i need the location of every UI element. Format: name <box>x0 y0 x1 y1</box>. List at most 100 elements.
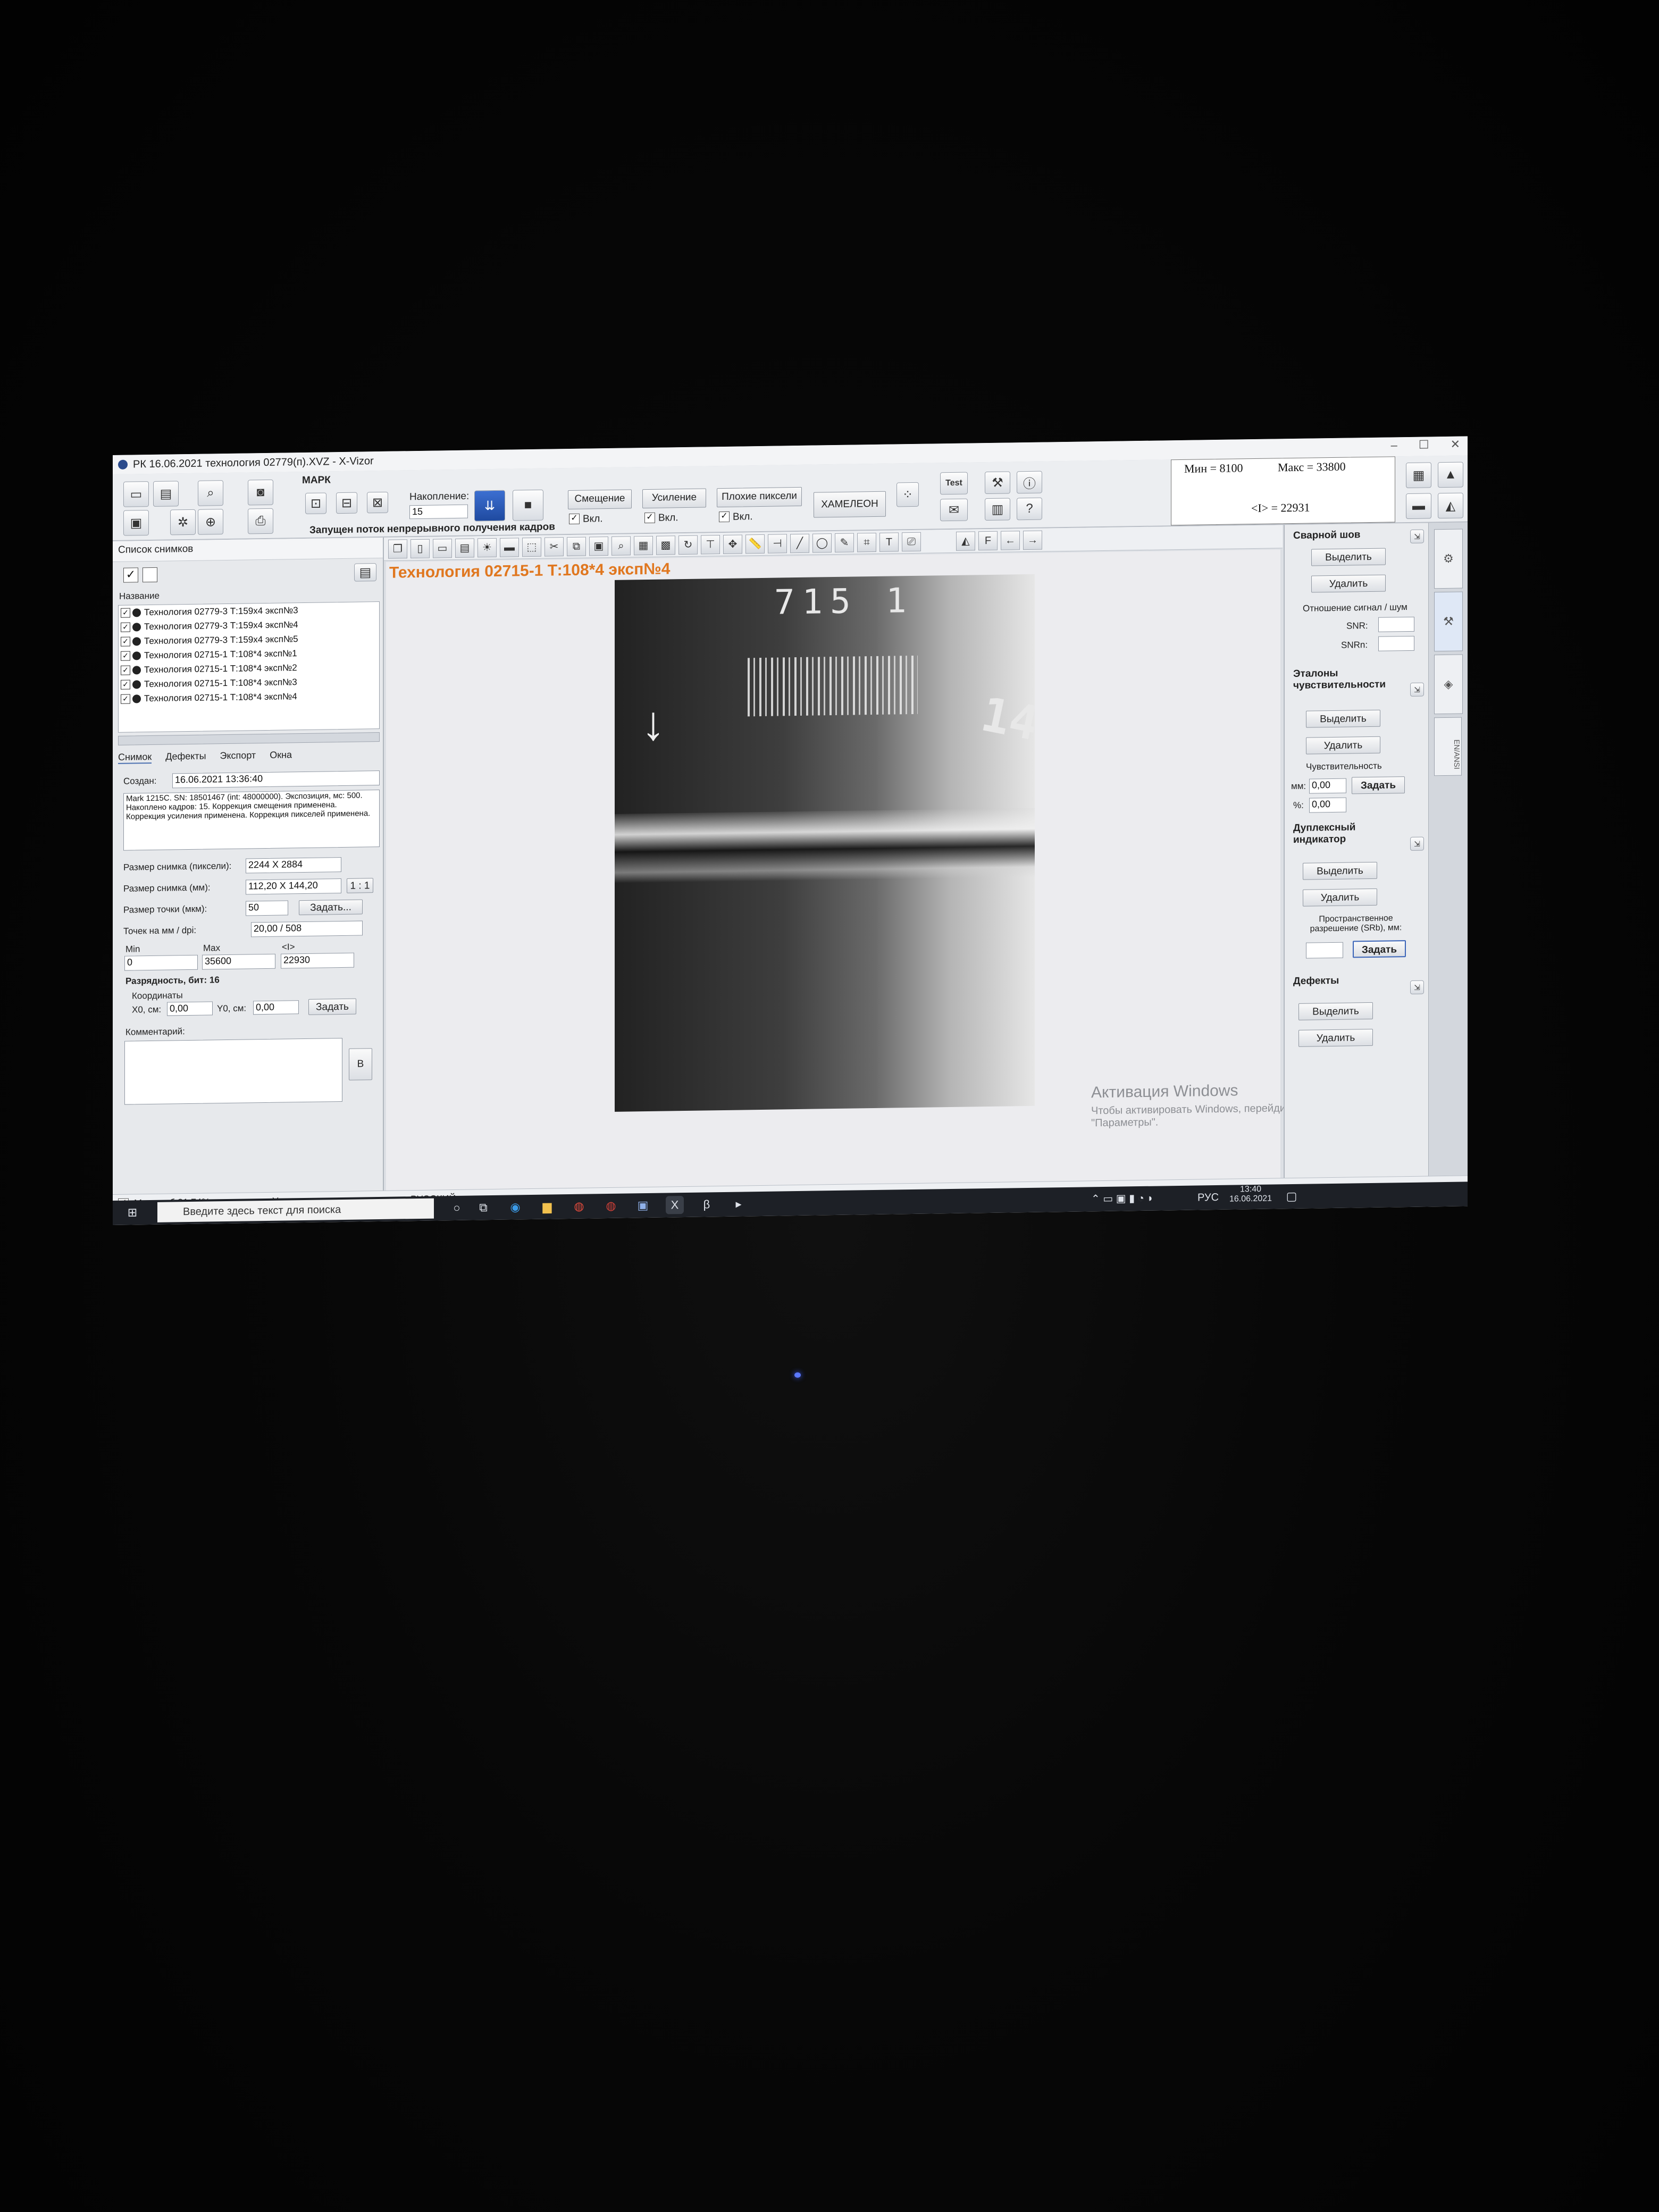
defects-delete-button[interactable]: Удалить <box>1298 1028 1373 1047</box>
help-icon[interactable]: ? <box>1017 497 1042 521</box>
tab-tools-icon[interactable]: ⚙ <box>1434 529 1463 589</box>
dot-size-field[interactable]: 50 <box>246 900 288 916</box>
spatial-res-field[interactable] <box>1306 942 1343 959</box>
clone-icon[interactable]: ⧉ <box>567 537 586 556</box>
chrome-icon[interactable]: ◍ <box>570 1197 588 1216</box>
xray-image[interactable]: 715 1 ↓ 14 <box>615 574 1035 1112</box>
ratio-button[interactable]: 1 : 1 <box>347 878 373 893</box>
sensitivity-set-button[interactable]: Задать <box>1352 776 1405 794</box>
profile-icon[interactable]: ⊣ <box>768 533 787 554</box>
sensitivity-expand-icon[interactable]: ⇲ <box>1410 682 1424 697</box>
task-view-icon[interactable]: ⧉ <box>474 1199 492 1217</box>
rotate-icon[interactable]: ↻ <box>678 535 698 555</box>
acquire-stream-button[interactable]: ⇊ <box>474 490 505 522</box>
open-folder-icon[interactable]: ▤ <box>153 481 179 507</box>
histogram-view-1-icon[interactable]: ▦ <box>1406 462 1431 489</box>
windows-start-icon[interactable]: ⊞ <box>123 1203 141 1221</box>
accumulation-input[interactable]: 15 <box>409 504 468 520</box>
edge-icon[interactable]: ◉ <box>506 1198 524 1216</box>
cortana-icon[interactable]: ○ <box>448 1199 466 1217</box>
maximize-icon[interactable]: ☐ <box>1419 438 1429 451</box>
brightness-icon[interactable]: ☀ <box>477 538 497 557</box>
measure-icon[interactable]: ⊤ <box>701 534 720 555</box>
app-icon-7[interactable]: β <box>698 1195 716 1213</box>
pencil-icon[interactable]: ✎ <box>835 533 854 552</box>
copy-icon[interactable]: ❐ <box>388 539 407 559</box>
tab-wrench-icon[interactable]: ⚒ <box>1434 591 1463 652</box>
back-arrow-icon[interactable]: ← <box>1001 530 1020 550</box>
tab-defects[interactable]: Дефекты <box>165 751 206 764</box>
close-icon[interactable]: ✕ <box>1451 438 1460 451</box>
weld-select-button[interactable]: Выделить <box>1311 548 1386 566</box>
notification-icon[interactable]: ▢ <box>1283 1187 1301 1205</box>
test-button[interactable]: Test <box>940 472 968 495</box>
max-field[interactable]: 35600 <box>202 953 275 970</box>
grid-dots-icon[interactable]: ⁘ <box>896 482 919 507</box>
size-mm-field[interactable]: 112,20 X 144,20 <box>246 878 341 895</box>
select-rect-icon[interactable]: ⬚ <box>522 537 541 557</box>
list-item[interactable]: ✓ Технология 02715-1 Т:108*4 эксп№4 <box>119 688 379 706</box>
snr-field[interactable] <box>1378 616 1414 632</box>
comment-field[interactable] <box>124 1037 342 1105</box>
gain-button[interactable]: Усиление <box>642 488 706 509</box>
tray-clock[interactable]: 13:40 16.06.2021 <box>1229 1185 1272 1204</box>
detector-btn-2-icon[interactable]: ⊟ <box>336 492 357 514</box>
sensitivity-mm-field[interactable]: 0,00 <box>1309 778 1346 794</box>
chameleon-button[interactable]: ХАМЕЛЕОН <box>814 491 886 518</box>
offset-on-checkbox[interactable]: ✓ <box>569 513 580 525</box>
sensitivity-pct-field[interactable]: 0,00 <box>1309 797 1346 813</box>
stop-button[interactable]: ■ <box>513 489 543 521</box>
save-icon[interactable]: ▣ <box>123 510 149 536</box>
tab-windows[interactable]: Окна <box>270 749 292 762</box>
tab-image[interactable]: Снимок <box>118 751 152 764</box>
new-file-icon[interactable]: ▭ <box>123 481 149 507</box>
page-icon[interactable]: ▭ <box>433 538 452 558</box>
coords-set-button[interactable]: Задать <box>308 998 356 1015</box>
crop-icon[interactable]: ⌗ <box>857 532 876 552</box>
ruler-icon[interactable]: 📏 <box>745 534 765 554</box>
settings-icon[interactable]: ✲ <box>170 509 196 535</box>
detector-btn-1-icon[interactable]: ⊡ <box>305 492 326 514</box>
xvizor-app-icon[interactable]: X <box>666 1196 684 1214</box>
camera-icon[interactable]: ◙ <box>248 479 273 506</box>
tab-en-ansi[interactable]: EN/ANSI <box>1434 717 1462 776</box>
histogram-view-4-icon[interactable]: ◭ <box>1438 492 1463 519</box>
duplex-expand-icon[interactable]: ⇲ <box>1410 836 1424 851</box>
weld-expand-icon[interactable]: ⇲ <box>1410 529 1424 543</box>
stamp-icon[interactable]: ⎚ <box>902 532 921 551</box>
detector-btn-3-icon[interactable]: ⊠ <box>367 491 388 514</box>
app-icon-8[interactable]: ▸ <box>730 1195 748 1213</box>
print-icon[interactable]: ⎙ <box>248 508 273 534</box>
paste-icon[interactable]: ▯ <box>410 539 430 558</box>
layers-icon[interactable]: ▤ <box>455 538 474 558</box>
duplex-select-button[interactable]: Выделить <box>1303 861 1377 880</box>
item-checkbox[interactable]: ✓ <box>121 665 130 675</box>
zoom-icon[interactable]: ⌕ <box>611 535 631 556</box>
item-checkbox[interactable]: ✓ <box>121 694 130 704</box>
spatial-res-set-button[interactable]: Задать <box>1353 940 1406 958</box>
message-icon[interactable]: ✉ <box>940 498 968 522</box>
bad-pixels-on-checkbox[interactable]: ✓ <box>719 511 730 523</box>
defects-select-button[interactable]: Выделить <box>1298 1002 1373 1020</box>
uncheck-all-checkbox[interactable] <box>143 567 157 583</box>
defects-expand-icon[interactable]: ⇲ <box>1410 980 1424 994</box>
image-canvas[interactable]: Технология 02715-1 Т:108*4 эксп№4 715 1 … <box>386 549 1342 1208</box>
info-icon[interactable]: ⓘ <box>1017 471 1042 494</box>
sensitivity-delete-button[interactable]: Удалить <box>1306 736 1380 755</box>
duplex-delete-button[interactable]: Удалить <box>1303 888 1377 907</box>
cut-icon[interactable]: ✂ <box>544 537 564 557</box>
file-explorer-icon[interactable]: ▆ <box>538 1197 556 1216</box>
min-field[interactable]: 0 <box>124 954 198 971</box>
x0-field[interactable]: 0,00 <box>167 1001 213 1016</box>
gain-on-checkbox[interactable]: ✓ <box>644 512 655 524</box>
network-app-icon[interactable]: ▣ <box>634 1196 652 1214</box>
snrn-field[interactable] <box>1378 635 1414 651</box>
item-checkbox[interactable]: ✓ <box>121 636 130 647</box>
text-icon[interactable]: T <box>879 532 899 552</box>
size-px-field[interactable]: 2244 X 2884 <box>246 857 341 874</box>
tab-layers-icon[interactable]: ◈ <box>1434 654 1463 715</box>
sensitivity-select-button[interactable]: Выделить <box>1306 709 1380 728</box>
move-icon[interactable]: ✥ <box>723 534 742 554</box>
item-checkbox[interactable]: ✓ <box>121 622 130 632</box>
item-checkbox[interactable]: ✓ <box>121 651 130 661</box>
